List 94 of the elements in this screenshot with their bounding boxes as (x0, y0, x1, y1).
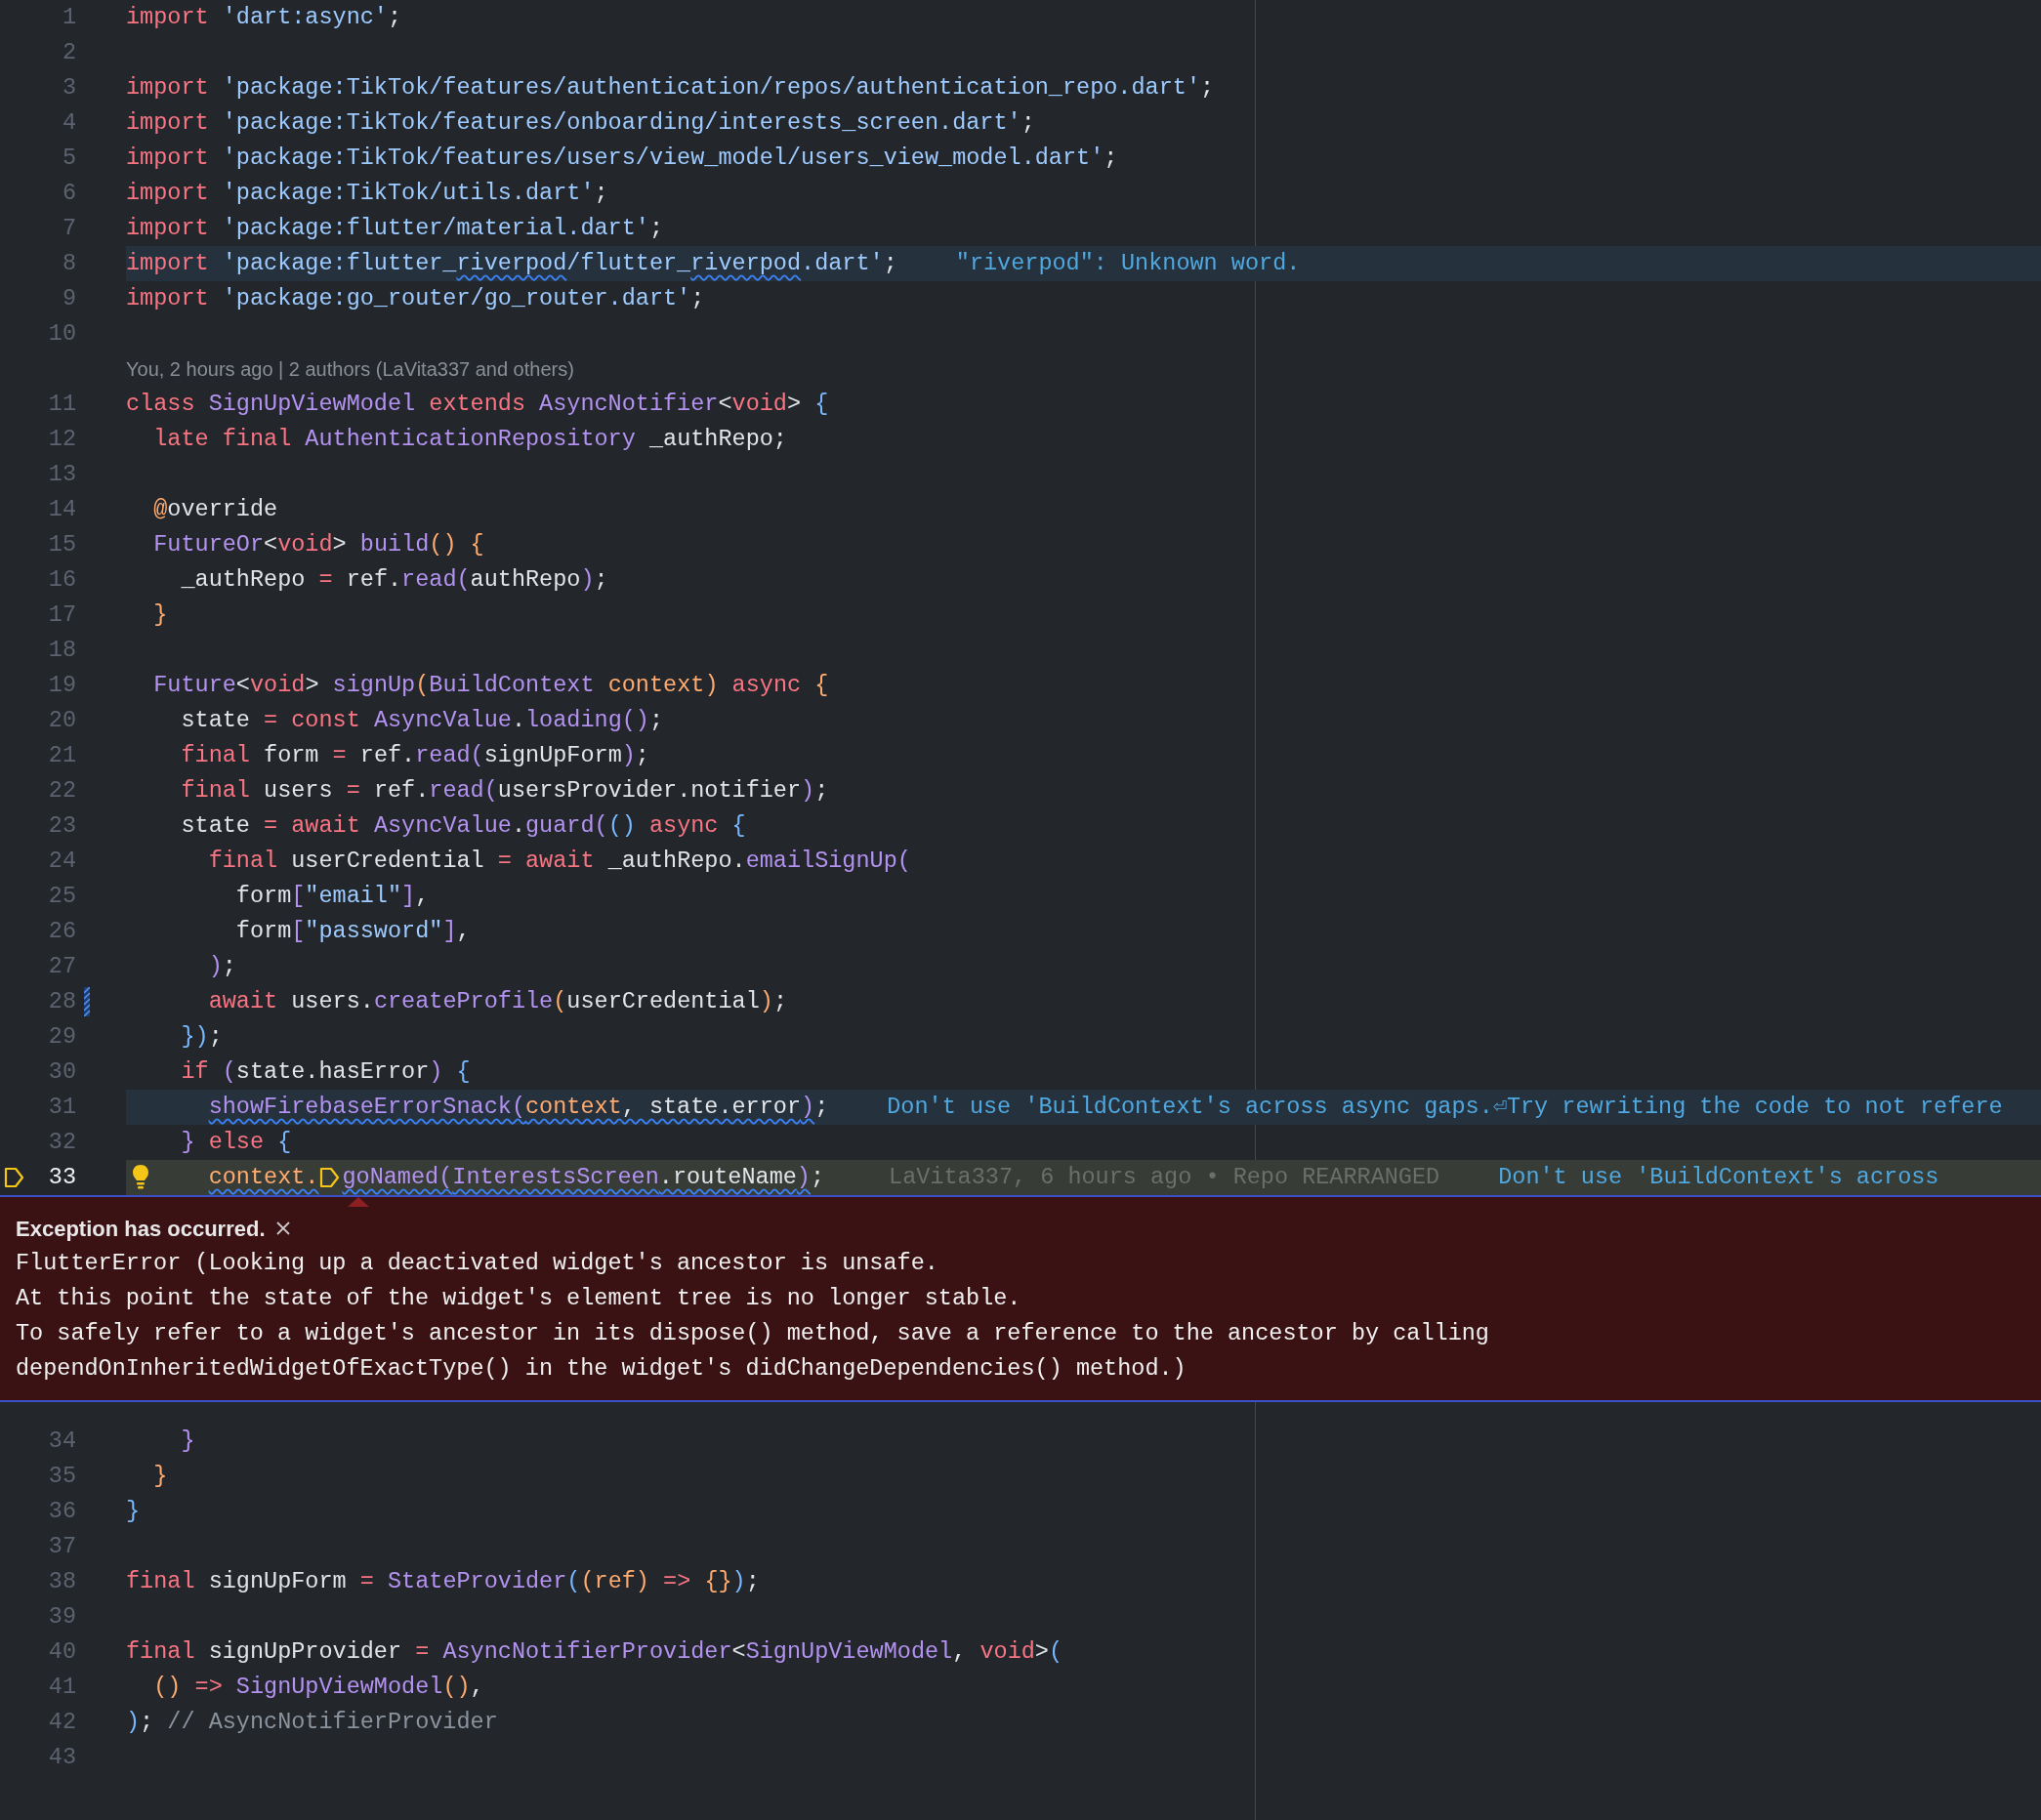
code-text: final users = ref.read(usersProvider.notifier); (181, 776, 829, 807)
line-number: 13 (47, 460, 76, 490)
line-number: 10 (47, 319, 76, 350)
line-number: 37 (47, 1532, 76, 1562)
code-text: _authRepo = ref.read(authRepo); (181, 565, 608, 596)
exception-message: At this point the state of the widget's element tree is no longer stable. (16, 1284, 1022, 1313)
line-number: 1 (61, 3, 76, 33)
code-text: showFirebaseErrorSnack(context, state.error); (208, 1093, 829, 1123)
line-number: 34 (47, 1427, 76, 1457)
code-text: import 'package:flutter/material.dart'; (126, 214, 663, 244)
lightbulb-icon[interactable] (132, 1164, 149, 1189)
line-number: 4 (61, 108, 76, 139)
line-number: 30 (47, 1057, 76, 1088)
code-text: } (153, 1462, 168, 1492)
code-text: final form = ref.read(signUpForm); (181, 741, 649, 771)
line-number: 21 (47, 741, 76, 771)
breakpoint-arrow-icon (4, 1166, 25, 1189)
line-number: 29 (47, 1022, 76, 1053)
line-number: 7 (61, 214, 76, 244)
code-text: import 'package:TikTok/utils.dart'; (126, 179, 608, 209)
line-number: 16 (47, 565, 76, 596)
line-number: 11 (47, 390, 76, 420)
code-text: } else { (181, 1128, 292, 1158)
code-text: if (state.hasError) { (181, 1057, 471, 1088)
code-text: FutureOr<void> build() { (153, 530, 484, 560)
line-number: 18 (47, 636, 76, 666)
exception-message: FlutterError (Looking up a deactivated widget's ancestor is unsafe. (16, 1249, 939, 1278)
line-number: 41 (47, 1673, 76, 1703)
code-text: } (153, 600, 168, 631)
code-text: state = const AsyncValue.loading(); (181, 706, 664, 736)
line-number: 28 (47, 987, 76, 1017)
code-text: goNamed(InterestsScreen.routeName); (342, 1163, 825, 1193)
line-number: 22 (47, 776, 76, 807)
code-text: await users.createProfile(userCredential); (208, 987, 787, 1017)
diagnostic-message: Don't use 'BuildContext's across (1498, 1163, 1939, 1193)
code-text: class SignUpViewModel extends AsyncNotifier<void> { (126, 390, 829, 420)
code-text: ); (208, 952, 236, 982)
diagnostic-message: "riverpod": Unknown word. (955, 249, 1301, 279)
line-number: 5 (61, 144, 76, 174)
code-text: context. (208, 1163, 319, 1193)
line-number: 14 (47, 495, 76, 525)
line-number: 20 (47, 706, 76, 736)
code-text: Future<void> signUp(BuildContext context) async { (153, 671, 829, 701)
codelens-text[interactable]: You, 2 hours ago | 2 authors (LaVita337 and others) (126, 354, 574, 384)
close-icon[interactable] (274, 1220, 291, 1236)
code-text: import 'package:TikTok/features/onboarding/interests_screen.dart'; (126, 108, 1035, 139)
code-text: () => SignUpViewModel(), (153, 1673, 484, 1703)
code-text: form["password"], (235, 917, 471, 947)
line-number: 19 (47, 671, 76, 701)
code-text: import 'package:TikTok/features/users/view_model/users_view_model.dart'; (126, 144, 1118, 174)
code-text: state = await AsyncValue.guard(() async { (181, 811, 746, 842)
line-number: 27 (47, 952, 76, 982)
code-text: }); (181, 1022, 223, 1053)
line-number: 40 (47, 1637, 76, 1668)
line-number: 8 (61, 249, 76, 279)
line-number: 6 (61, 179, 76, 209)
code-text: @override (153, 495, 278, 525)
line-number: 33 (47, 1163, 76, 1193)
line-number: 17 (47, 600, 76, 631)
exception-message: dependOnInheritedWidgetOfExactType() in the widget's didChangeDependencies() method.) (16, 1354, 1187, 1384)
line-number: 2 (61, 38, 76, 68)
code-text: final signUpProvider = AsyncNotifierProvider<SignUpViewModel, void>( (126, 1637, 1063, 1668)
code-text: import 'package:flutter_riverpod/flutter_riverpod.dart'; (126, 249, 897, 279)
code-text: final signUpForm = StateProvider((ref) => {}); (126, 1567, 760, 1597)
line-number: 31 (47, 1093, 76, 1123)
line-number: 15 (47, 530, 76, 560)
line-number: 42 (47, 1708, 76, 1738)
code-text: import 'dart:async'; (126, 3, 402, 33)
code-text: late final AuthenticationRepository _authRepo; (153, 425, 787, 455)
code-text: } (126, 1497, 141, 1527)
exception-title: Exception has occurred. (16, 1215, 266, 1243)
diagnostic-message: Don't use 'BuildContext's across async gaps.⏎Try rewriting the code to not refere (887, 1093, 2003, 1123)
code-text: final userCredential = await _authRepo.emailSignUp( (208, 847, 911, 877)
line-number: 24 (47, 847, 76, 877)
code-text: import 'package:go_router/go_router.dart'; (126, 284, 705, 314)
line-number: 26 (47, 917, 76, 947)
line-number: 35 (47, 1462, 76, 1492)
line-number: 23 (47, 811, 76, 842)
line-number: 36 (47, 1497, 76, 1527)
line-number: 32 (47, 1128, 76, 1158)
line-number: 9 (61, 284, 76, 314)
code-text: ); // AsyncNotifierProvider (126, 1708, 498, 1738)
line-number: 3 (61, 73, 76, 103)
breakpoint-arrow-icon (319, 1166, 342, 1189)
line-number: 12 (47, 425, 76, 455)
code-text: form["email"], (235, 882, 430, 912)
code-text: } (181, 1427, 195, 1457)
line-number: 25 (47, 882, 76, 912)
pointer-icon (348, 1197, 369, 1207)
line-number: 39 (47, 1602, 76, 1633)
code-text: import 'package:TikTok/features/authentication/repos/authentication_repo.dart'; (126, 73, 1215, 103)
line-number: 43 (47, 1743, 76, 1773)
line-number: 38 (47, 1567, 76, 1597)
exception-message: To safely refer to a widget's ancestor in its dispose() method, save a reference to the ancestor by calling (16, 1319, 1490, 1348)
